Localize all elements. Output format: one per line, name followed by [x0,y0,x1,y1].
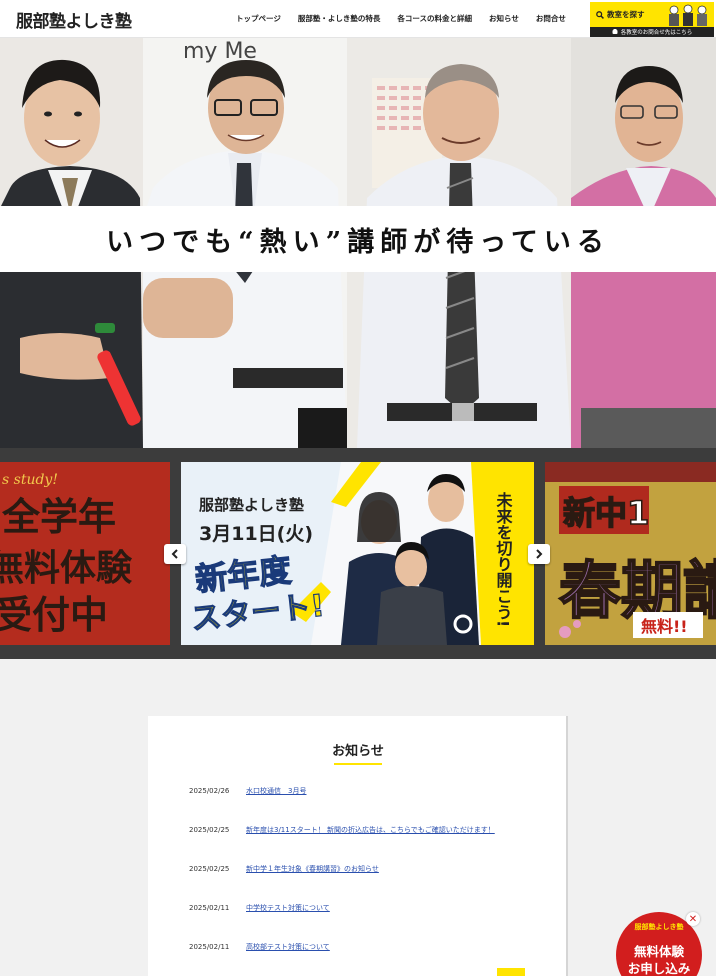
nav-item-features[interactable]: 服部塾・よしき塾の特長 [298,13,381,24]
news-link[interactable]: 高校部テスト対策について [246,942,330,952]
contact-link-label: 各教室のお問合せ先はこちら [620,30,693,36]
svg-text:全学年: 全学年 [1,495,116,539]
news-item: 2025/02/25 新年度は3/11スタート！ 新聞の折込広告は、こちらでもご… [189,823,495,837]
news-link[interactable]: 新年度は3/11スタート！ 新聞の折込広告は、こちらでもご確認いただけます！ [246,825,495,835]
slide-spring-course[interactable]: 新中1 春期講 無料!! [545,462,716,645]
news-item: 2025/02/26 水口校通信 3月号 [189,784,306,798]
news-section: お知らせ 2025/02/26 水口校通信 3月号 2025/02/25 新年度… [148,716,568,976]
news-item: 2025/02/25 新中学１年生対象《春期講習》のお知らせ [189,862,379,876]
nav-item-contact[interactable]: お問合せ [536,13,566,24]
svg-text:無料!!: 無料!! [641,617,688,636]
slide-free-trial[interactable]: s study! 全学年 無料体験 受付中 [0,462,170,645]
contact-link[interactable]: 各教室のお問合せ先はこちら [590,27,714,37]
svg-text:受付中: 受付中 [0,593,108,637]
svg-text:s study!: s study! [2,472,58,488]
chevron-left-icon [171,549,178,559]
news-heading-underline [334,763,382,765]
news-date: 2025/02/11 [189,943,230,951]
svg-text:服部塾よしき塾: 服部塾よしき塾 [199,496,304,514]
news-date: 2025/02/11 [189,904,230,912]
chevron-right-icon [536,549,543,559]
news-link[interactable]: 新中学１年生対象《春期講習》のお知らせ [246,864,379,874]
news-date: 2025/02/26 [189,787,230,795]
svg-text:3月11日(火): 3月11日(火) [199,523,313,545]
svg-text:未来を切り開こう!: 未来を切り開こう! [494,491,514,627]
phone-icon [612,29,618,34]
main-nav: トップページ 服部塾・よしき塾の特長 各コースの料金と詳細 お知らせ お問合せ [236,13,566,24]
nav-item-courses[interactable]: 各コースの料金と詳細 [397,13,472,24]
hero-banner: my Me いつでも“熱い”講師が待っている [0,38,716,448]
news-date: 2025/02/25 [189,826,230,834]
news-item: 2025/02/11 中学校テスト対策について [189,901,330,915]
site-header: 服部塾よしき塾 トップページ 服部塾・よしき塾の特長 各コースの料金と詳細 お知… [0,0,716,38]
hero-catchphrase-band: いつでも“熱い”講師が待っている [0,206,716,272]
nav-item-news[interactable]: お知らせ [489,13,519,24]
news-heading: お知らせ [332,744,384,759]
svg-text:無料体験: 無料体験 [0,548,133,589]
badge-line2: お申し込み [627,961,691,976]
svg-text:新中1: 新中1 [563,494,649,532]
search-icon [596,10,604,19]
close-icon[interactable]: ✕ [686,912,700,926]
slider-next-button[interactable] [528,544,550,564]
news-link[interactable]: 中学校テスト対策について [246,903,330,913]
hero-catchphrase: いつでも“熱い”講師が待っている [106,226,610,258]
news-link[interactable]: 水口校通信 3月号 [246,786,306,796]
slider-prev-button[interactable] [164,544,186,564]
site-logo[interactable]: 服部塾よしき塾 [16,7,132,32]
find-classroom-button[interactable]: 教室を探す [590,2,714,27]
banner-slider: s study! 全学年 無料体験 受付中 服部塾よしき塾 3月11日(火) 新… [0,448,716,659]
news-item: 2025/02/11 高校部テスト対策について [189,940,330,954]
nav-item-top[interactable]: トップページ [236,13,281,24]
news-more-tab[interactable] [497,968,525,976]
news-date: 2025/02/25 [189,865,230,873]
page: 服部塾よしき塾 トップページ 服部塾・よしき塾の特長 各コースの料金と詳細 お知… [0,0,716,976]
teachers-illustration [669,4,707,26]
find-classroom-label: 教室を探す [607,10,645,19]
slide-new-year[interactable]: 服部塾よしき塾 3月11日(火) 新年度 スタート! 未来を切り開こう! [181,462,534,645]
